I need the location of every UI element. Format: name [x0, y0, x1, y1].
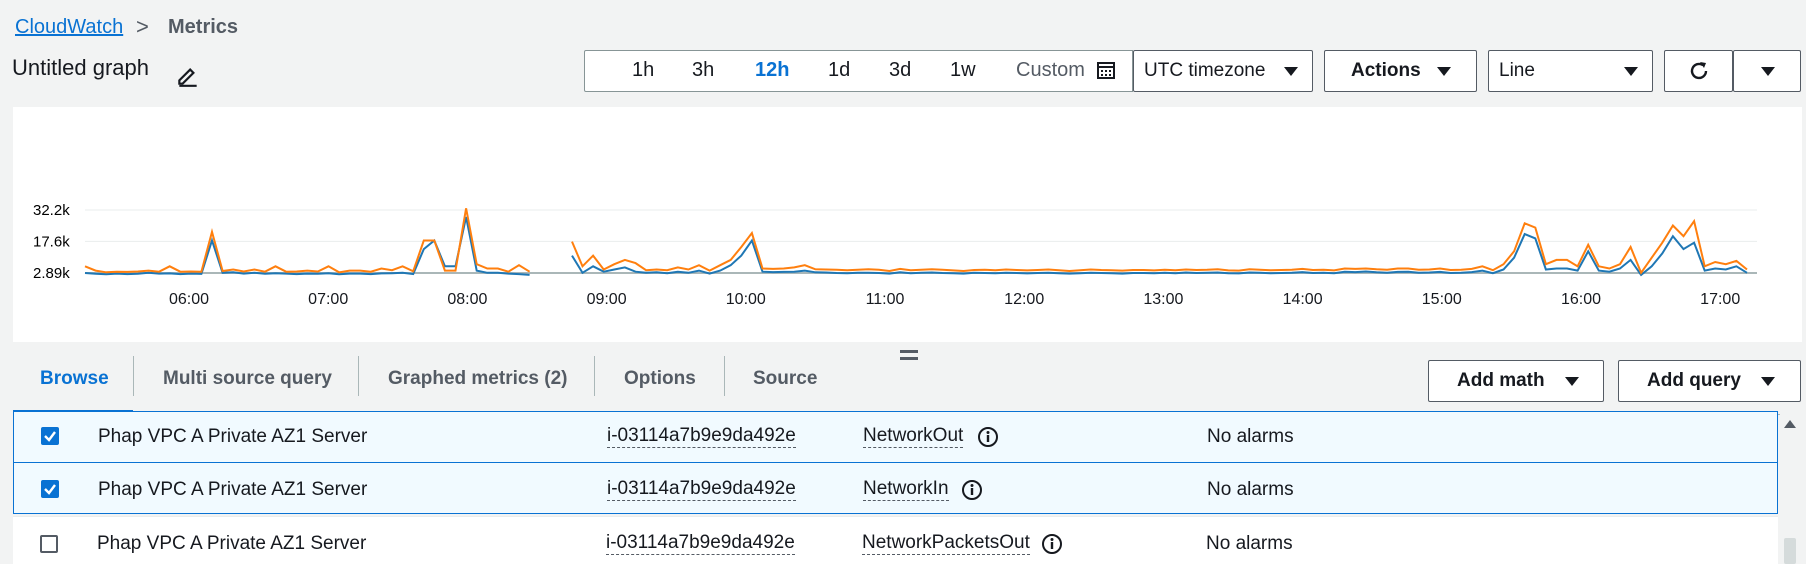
x-tick-label: 08:00 [447, 291, 487, 308]
x-tick-label: 07:00 [308, 291, 348, 308]
tab-source[interactable]: Source [753, 368, 817, 390]
table-row[interactable]: Phap VPC A Private AZ1 Server i-03114a7b… [13, 462, 1778, 514]
checkmark-icon [44, 431, 56, 442]
table-row[interactable]: Phap VPC A Private AZ1 Server i-03114a7b… [13, 516, 1778, 564]
info-icon[interactable] [977, 426, 999, 448]
metrics-line-chart: 32.2k 17.6k 2.89k 06:00 07:00 08:00 09:00 10:00… [33, 202, 1757, 308]
table-row[interactable]: Phap VPC A Private AZ1 Server i-03114a7b… [13, 411, 1778, 463]
chevron-down-icon [1761, 377, 1775, 386]
x-tick-label: 10:00 [726, 291, 766, 308]
x-tick-label: 17:00 [1700, 291, 1740, 308]
info-icon[interactable] [961, 479, 983, 501]
scroll-thumb[interactable] [1784, 538, 1796, 564]
metric-name[interactable]: NetworkIn [863, 478, 949, 501]
x-tick-label: 06:00 [169, 291, 209, 308]
y-tick-label: 17.6k [33, 233, 70, 250]
x-tick-label: 16:00 [1561, 291, 1601, 308]
scroll-up-icon[interactable] [1784, 420, 1796, 428]
tab-divider [358, 356, 359, 396]
add-math-label: Add math [1457, 370, 1545, 391]
alarm-status: No alarms [1207, 479, 1294, 500]
add-query-button[interactable]: Add query [1618, 360, 1801, 402]
tab-browse[interactable]: Browse [40, 368, 109, 390]
tab-divider [133, 356, 134, 396]
x-tick-label: 09:00 [587, 291, 627, 308]
instance-id[interactable]: i-03114a7b9e9da492e [606, 532, 795, 555]
instance-name: Phap VPC A Private AZ1 Server [98, 479, 368, 500]
add-query-label: Add query [1647, 370, 1741, 391]
x-tick-label: 11:00 [866, 291, 905, 308]
y-tick-label: 32.2k [33, 202, 70, 219]
tab-graphed-metrics[interactable]: Graphed metrics (2) [388, 368, 568, 390]
instance-name: Phap VPC A Private AZ1 Server [98, 426, 368, 447]
row-checkbox[interactable] [41, 427, 59, 445]
row-checkbox[interactable] [41, 480, 59, 498]
x-tick-label: 14:00 [1283, 291, 1323, 308]
series-line-1 [84, 216, 1748, 277]
chevron-down-icon [1565, 377, 1579, 386]
instance-name: Phap VPC A Private AZ1 Server [97, 533, 367, 554]
metric-name[interactable]: NetworkOut [863, 425, 964, 448]
x-tick-label: 12:00 [1004, 291, 1044, 308]
info-icon[interactable] [1041, 533, 1063, 555]
add-math-button[interactable]: Add math [1428, 360, 1604, 402]
tab-multi-source-query[interactable]: Multi source query [163, 368, 332, 390]
alarm-status: No alarms [1206, 533, 1293, 554]
resize-handle[interactable] [900, 350, 918, 362]
checkmark-icon [44, 484, 56, 495]
y-tick-label: 2.89k [33, 265, 70, 282]
row-checkbox[interactable] [40, 535, 58, 553]
x-tick-label: 13:00 [1143, 291, 1183, 308]
instance-id[interactable]: i-03114a7b9e9da492e [607, 478, 796, 501]
tab-options[interactable]: Options [624, 368, 696, 390]
tab-divider [594, 356, 595, 396]
metric-name[interactable]: NetworkPacketsOut [862, 532, 1030, 555]
alarm-status: No alarms [1207, 426, 1294, 447]
instance-id[interactable]: i-03114a7b9e9da492e [607, 425, 796, 448]
series-line-2 [84, 208, 1748, 275]
x-tick-label: 15:00 [1422, 291, 1462, 308]
tab-divider [724, 356, 725, 396]
